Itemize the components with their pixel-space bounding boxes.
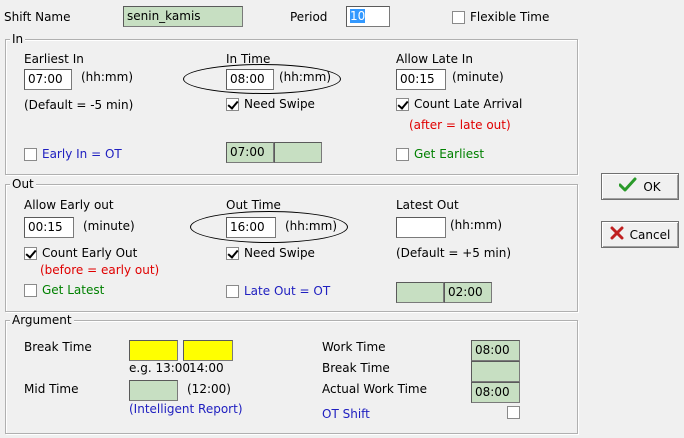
count-early-note: (before = early out) — [40, 263, 160, 277]
intelligent-report-note: (Intelligent Report) — [129, 402, 243, 416]
earliest-in-unit: (hh:mm) — [81, 70, 133, 84]
out-display-field-2: 02:00 — [444, 282, 492, 303]
allow-late-input[interactable]: 00:15 — [396, 69, 446, 90]
latest-out-unit: (hh:mm) — [450, 218, 502, 232]
actual-work-time-field: 08:00 — [471, 382, 520, 403]
count-late-note: (after = late out) — [409, 118, 511, 132]
flexible-time-checkbox[interactable] — [452, 11, 465, 24]
allow-late-label: Allow Late In — [396, 52, 473, 66]
count-late-checkbox[interactable] — [396, 98, 409, 111]
out-time-input[interactable]: 16:00 — [226, 217, 276, 238]
earliest-in-default: (Default = -5 min) — [24, 98, 134, 112]
allow-early-label: Allow Early out — [24, 198, 114, 212]
period-value: 10 — [350, 9, 366, 23]
break-time-field — [471, 361, 520, 382]
out-time-label: Out Time — [226, 198, 281, 212]
cancel-button-label: Cancel — [629, 227, 671, 242]
in-time-unit: (hh:mm) — [279, 70, 331, 84]
earliest-in-input[interactable]: 07:00 — [24, 69, 72, 90]
get-earliest-label: Get Earliest — [414, 147, 485, 161]
actual-work-time-label: Actual Work Time — [322, 382, 427, 396]
in-need-swipe-label: Need Swipe — [244, 97, 315, 111]
ot-shift-checkbox[interactable] — [507, 406, 520, 419]
break-start-input[interactable] — [129, 340, 178, 361]
ok-button[interactable]: OK — [601, 173, 679, 200]
allow-early-input[interactable]: 00:15 — [24, 217, 74, 238]
mid-time-label: Mid Time — [24, 382, 79, 396]
latest-out-label: Latest Out — [396, 198, 459, 212]
in-display-field-2 — [274, 142, 322, 163]
period-label: Period — [290, 10, 328, 24]
get-latest-label: Get Latest — [42, 283, 105, 297]
allow-early-unit: (minute) — [83, 219, 135, 233]
count-early-label: Count Early Out — [42, 246, 138, 260]
count-early-checkbox[interactable] — [24, 247, 37, 260]
in-display-field: 07:00 — [226, 142, 274, 163]
ot-shift-label: OT Shift — [322, 407, 370, 421]
out-display-field-1 — [396, 282, 444, 303]
earliest-in-label: Earliest In — [24, 52, 84, 66]
latest-out-input[interactable] — [396, 217, 446, 238]
period-input[interactable]: 10 — [346, 6, 390, 27]
ok-button-label: OK — [643, 179, 661, 194]
shift-name-input[interactable]: senin_kamis — [123, 6, 243, 27]
count-late-label: Count Late Arrival — [414, 97, 523, 111]
break-time-label: Break Time — [24, 340, 92, 354]
work-time-label: Work Time — [322, 340, 386, 354]
late-out-ot-label: Late Out = OT — [244, 284, 331, 298]
late-out-ot-checkbox[interactable] — [226, 285, 239, 298]
in-need-swipe-checkbox[interactable] — [226, 98, 239, 111]
argument-group-title: Argument — [10, 313, 74, 327]
get-earliest-checkbox[interactable] — [396, 148, 409, 161]
allow-late-unit: (minute) — [452, 70, 504, 84]
out-need-swipe-checkbox[interactable] — [226, 247, 239, 260]
work-time-field: 08:00 — [471, 340, 520, 361]
break-example-end: 14:00 — [189, 361, 224, 375]
out-need-swipe-label: Need Swipe — [244, 246, 315, 260]
flexible-time-label: Flexible Time — [470, 10, 550, 24]
break-time-right-label: Break Time — [322, 361, 390, 375]
early-in-ot-label: Early In = OT — [42, 147, 122, 161]
break-end-input[interactable] — [183, 340, 233, 361]
latest-out-default: (Default = +5 min) — [396, 246, 512, 260]
shift-name-label: Shift Name — [4, 10, 71, 24]
break-example-start: e.g. 13:00 — [129, 361, 191, 375]
cross-icon — [610, 226, 624, 243]
mid-time-input — [129, 380, 178, 401]
in-group-title: In — [10, 32, 26, 46]
cancel-button[interactable]: Cancel — [601, 221, 679, 248]
out-group-title: Out — [10, 177, 36, 191]
checkmark-icon — [618, 177, 637, 196]
out-time-unit: (hh:mm) — [285, 219, 337, 233]
in-time-input[interactable]: 08:00 — [226, 69, 274, 90]
get-latest-checkbox[interactable] — [24, 284, 37, 297]
mid-time-hint: (12:00) — [187, 382, 231, 396]
early-in-ot-checkbox[interactable] — [24, 148, 37, 161]
